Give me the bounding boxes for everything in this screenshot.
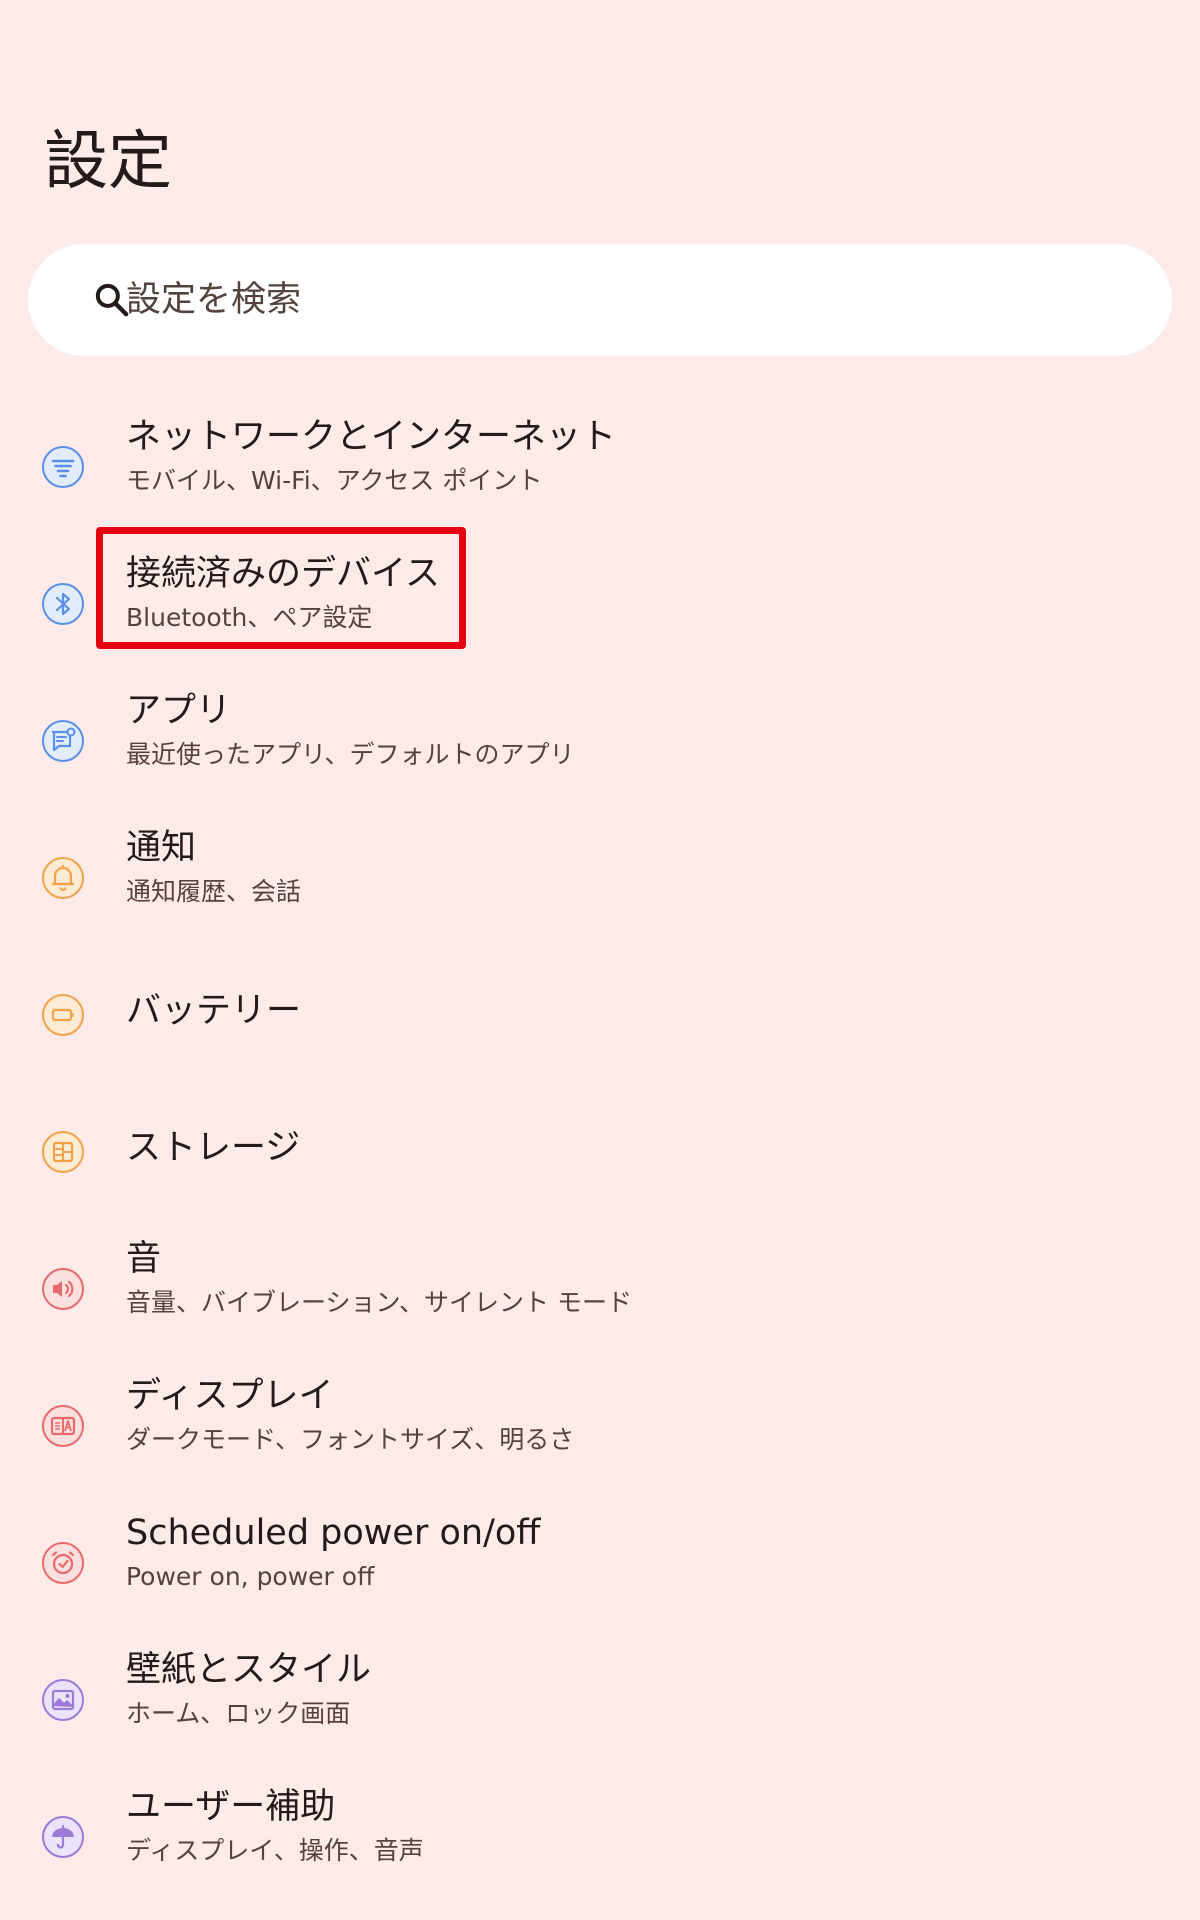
- accessibility-icon: [40, 1814, 86, 1860]
- wifi-icon: [40, 444, 86, 490]
- settings-item-connected-devices[interactable]: 接続済みのデバイス Bluetooth、ペア設定: [0, 535, 1200, 672]
- settings-item-title: アプリ: [126, 691, 232, 731]
- settings-item-subtitle: モバイル、Wi-Fi、アクセス ポイント: [126, 466, 543, 495]
- settings-item-apps[interactable]: アプリ 最近使ったアプリ、デフォルトのアプリ: [0, 672, 1200, 809]
- wallpaper-icon: [40, 1677, 86, 1723]
- settings-list: ネットワークとインターネット モバイル、Wi-Fi、アクセス ポイント 接続済み…: [0, 398, 1200, 1905]
- search-bar[interactable]: 設定を検索: [28, 244, 1172, 356]
- settings-item-title: ストレージ: [126, 1128, 301, 1168]
- settings-item-title: バッテリー: [126, 991, 302, 1031]
- settings-item-subtitle: 最近使ったアプリ、デフォルトのアプリ: [126, 740, 575, 769]
- settings-item-title: 音: [126, 1239, 162, 1279]
- settings-item-title: 通知: [126, 828, 197, 868]
- display-icon: [40, 1403, 86, 1449]
- bell-icon: [40, 855, 86, 901]
- settings-item-title: ネットワークとインターネット: [126, 417, 617, 457]
- settings-item-title: ディスプレイ: [126, 1376, 334, 1416]
- settings-item-storage[interactable]: ストレージ: [0, 1083, 1200, 1220]
- settings-item-wallpaper[interactable]: 壁紙とスタイル ホーム、ロック画面: [0, 1631, 1200, 1768]
- search-input[interactable]: 設定を検索: [126, 274, 301, 326]
- settings-item-subtitle: 音量、バイブレーション、サイレント モード: [126, 1288, 632, 1317]
- settings-item-subtitle: ホーム、ロック画面: [126, 1699, 351, 1728]
- settings-item-title: 壁紙とスタイル: [126, 1650, 372, 1690]
- settings-item-subtitle: Power on, power off: [126, 1562, 375, 1591]
- settings-item-network[interactable]: ネットワークとインターネット モバイル、Wi-Fi、アクセス ポイント: [0, 398, 1200, 535]
- settings-item-subtitle: ディスプレイ、操作、音声: [126, 1836, 424, 1865]
- bluetooth-icon: [40, 581, 86, 627]
- settings-item-subtitle: 通知履歴、会話: [126, 877, 302, 906]
- volume-icon: [40, 1266, 86, 1312]
- settings-item-subtitle: Bluetooth、ペア設定: [126, 603, 373, 632]
- settings-item-subtitle: ダークモード、フォントサイズ、明るさ: [126, 1425, 575, 1454]
- settings-item-sound[interactable]: 音 音量、バイブレーション、サイレント モード: [0, 1220, 1200, 1357]
- settings-item-display[interactable]: ディスプレイ ダークモード、フォントサイズ、明るさ: [0, 1357, 1200, 1494]
- settings-item-accessibility[interactable]: ユーザー補助 ディスプレイ、操作、音声: [0, 1768, 1200, 1905]
- settings-item-battery[interactable]: バッテリー: [0, 946, 1200, 1083]
- settings-item-title: Scheduled power on/off: [126, 1513, 541, 1553]
- settings-item-scheduled-power[interactable]: Scheduled power on/off Power on, power o…: [0, 1494, 1200, 1631]
- clock-icon: [40, 1540, 86, 1586]
- settings-item-notifications[interactable]: 通知 通知履歴、会話: [0, 809, 1200, 946]
- settings-item-title: 接続済みのデバイス: [126, 554, 440, 594]
- storage-icon: [40, 1129, 86, 1175]
- settings-item-title: ユーザー補助: [126, 1787, 336, 1827]
- battery-icon: [40, 992, 86, 1038]
- page-title: 設定: [44, 125, 172, 199]
- apps-icon: [40, 718, 86, 764]
